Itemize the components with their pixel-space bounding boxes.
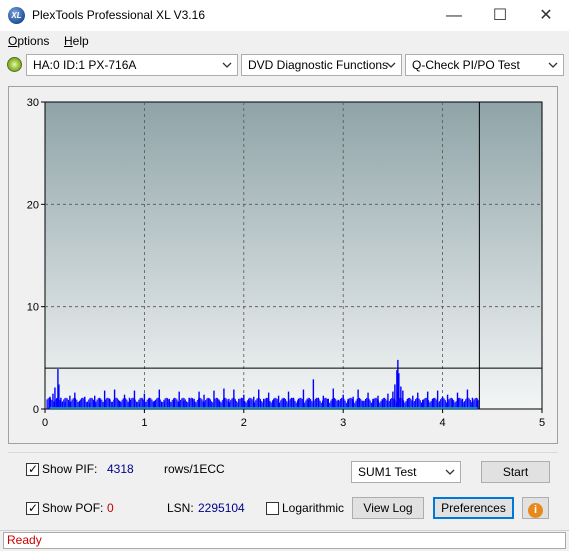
drive-status-icon [7,57,22,72]
maximize-button[interactable]: ☐ [477,0,523,31]
x-tick-label: 5 [539,417,545,429]
lsn-value: 2295104 [198,501,245,515]
info-icon: i [528,503,543,518]
show-pof-checkbox[interactable] [26,501,39,515]
y-tick-label: 10 [27,302,39,314]
app-logo-icon: XL [8,7,25,24]
close-button[interactable]: ✕ [523,0,569,31]
sum-test-select[interactable]: SUM1 Test [351,461,461,483]
drive-select[interactable]: HA:0 ID:1 PX-716A [26,54,238,76]
chevron-down-icon [445,469,455,475]
x-tick-label: 3 [340,417,346,429]
drive-select-value: HA:0 ID:1 PX-716A [33,58,137,72]
test-type-select[interactable]: Q-Check PI/PO Test [405,54,564,76]
minimize-button[interactable]: — [431,0,477,31]
start-button[interactable]: Start [481,461,550,483]
chevron-down-icon [222,62,232,68]
info-button[interactable]: i [522,497,549,519]
plot-area [44,101,543,410]
chevron-down-icon [386,62,396,68]
chevron-down-icon [548,62,558,68]
pif-bar [46,399,48,409]
y-tick-label: 30 [27,97,39,109]
pif-bar [47,398,49,409]
logarithmic-checkbox[interactable] [266,502,279,515]
pipo-chart: 0 1 2 3 4 5 0 10 20 30 [27,97,545,429]
logarithmic-label: Logarithmic [282,501,345,515]
show-pif-label: Show PIF: [42,462,98,476]
y-tick-label: 20 [27,199,39,211]
y-tick-label: 0 [33,404,39,416]
menu-help[interactable]: Help [64,34,89,48]
show-pif-checkbox[interactable] [26,462,39,476]
sum-test-select-value: SUM1 Test [358,465,417,479]
menu-options[interactable]: Options [8,34,49,48]
status-field [3,532,566,549]
x-tick-label: 0 [42,417,48,429]
view-log-button[interactable]: View Log [352,497,424,519]
pif-bar [48,397,50,409]
preferences-button[interactable]: Preferences [433,497,514,519]
x-tick-label: 1 [141,417,147,429]
pof-count: 0 [107,501,114,515]
rows-unit-label: rows/1ECC [164,462,225,476]
x-tick-label: 4 [440,417,446,429]
lsn-label: LSN: [167,501,194,515]
status-text: Ready [7,533,42,547]
function-select-value: DVD Diagnostic Functions [248,58,389,72]
test-type-select-value: Q-Check PI/PO Test [412,58,520,72]
x-tick-label: 2 [241,417,247,429]
window-title: PlexTools Professional XL V3.16 [32,8,205,22]
pif-count: 4318 [107,462,134,476]
function-select[interactable]: DVD Diagnostic Functions [241,54,402,76]
show-pof-label: Show POF: [42,501,104,515]
